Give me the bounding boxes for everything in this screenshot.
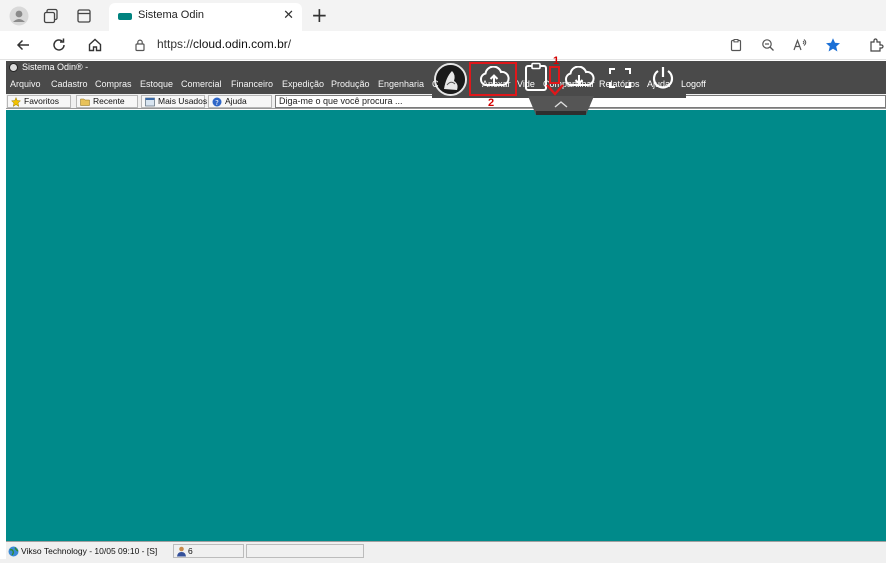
url-path: /: [287, 37, 292, 51]
tab-actions-icon[interactable]: [72, 5, 96, 27]
address-bar: https://cloud.odin.com.br/: [0, 31, 886, 60]
logoff-label[interactable]: Logoff: [681, 79, 706, 89]
extensions-icon[interactable]: [864, 34, 886, 56]
workspace-area: [6, 110, 886, 541]
app-title: Sistema Odin® -: [22, 62, 89, 72]
callout-number-2: 2: [488, 97, 495, 109]
status-company-text: Vikso Technology - 10/05 09:10 - [S]: [21, 546, 158, 556]
refresh-icon[interactable]: [47, 34, 71, 56]
mais-usados-button[interactable]: Mais Usados: [141, 95, 208, 108]
star-icon: [11, 97, 21, 107]
favoritos-button[interactable]: Favoritos: [7, 95, 71, 108]
menu-financeiro[interactable]: Financeiro: [231, 79, 273, 89]
browser-tab-strip: Sistema Odin ✕ +: [0, 0, 886, 31]
favorite-star-icon[interactable]: [821, 34, 845, 56]
floating-toolbar-tab[interactable]: [528, 96, 594, 115]
odin-favicon-icon: [118, 13, 132, 20]
url-field[interactable]: https://cloud.odin.com.br/: [157, 37, 291, 51]
collections-icon[interactable]: [39, 5, 63, 27]
ajuda-label: Ajuda: [225, 96, 247, 106]
status-company-cell: Vikso Technology - 10/05 09:10 - [S]: [6, 544, 170, 558]
new-tab-button[interactable]: +: [311, 4, 328, 26]
menu-estoque[interactable]: Estoque: [140, 79, 173, 89]
menu-arquivo[interactable]: Arquivo: [10, 79, 41, 89]
odin-logo-icon: [9, 63, 18, 72]
zoom-out-icon[interactable]: [756, 34, 780, 56]
recente-label: Recente: [93, 96, 125, 106]
mais-usados-label: Mais Usados: [158, 96, 208, 106]
svg-text:?: ?: [215, 99, 219, 107]
back-arrow-icon[interactable]: [11, 34, 35, 56]
tab-title: Sistema Odin: [138, 9, 205, 21]
lock-icon[interactable]: [128, 34, 152, 56]
ajuda-button[interactable]: ? Ajuda: [208, 95, 272, 108]
menu-expedicao[interactable]: Expedição: [282, 79, 324, 89]
menu-comercial[interactable]: Comercial: [181, 79, 222, 89]
url-host: cloud.odin.com.br: [193, 37, 288, 51]
window-icon: [145, 97, 155, 107]
profile-icon[interactable]: [7, 5, 31, 27]
vide-label[interactable]: Vide: [517, 79, 535, 89]
menu-producao[interactable]: Produção: [331, 79, 370, 89]
status-users-count: 6: [188, 546, 193, 556]
menu-cadastro[interactable]: Cadastro: [51, 79, 88, 89]
reading-view-icon[interactable]: [724, 34, 748, 56]
partial-label: C: [432, 79, 439, 89]
user-icon: [177, 546, 186, 557]
tab-sistema-odin[interactable]: Sistema Odin ✕: [109, 3, 302, 31]
folder-icon: [80, 98, 90, 106]
bottom-edge: [0, 559, 886, 563]
close-tab-icon[interactable]: ✕: [283, 8, 294, 23]
recente-button[interactable]: Recente: [76, 95, 138, 108]
status-users-cell: 6: [173, 544, 244, 558]
status-empty-cell: [246, 544, 364, 558]
ajuda-float-label[interactable]: Ajuda: [647, 79, 670, 89]
favoritos-label: Favoritos: [24, 96, 59, 106]
menu-compras[interactable]: Compras: [95, 79, 132, 89]
callout-number-1: 1: [553, 55, 560, 67]
help-icon: ?: [212, 97, 222, 107]
menu-engenharia[interactable]: Engenharia: [378, 79, 424, 89]
relatorios-label[interactable]: Relatórios: [599, 79, 640, 89]
home-icon[interactable]: [83, 34, 107, 56]
url-scheme: https://: [157, 37, 194, 51]
callout-arrow-icon: [546, 84, 564, 96]
read-aloud-icon[interactable]: [788, 34, 812, 56]
globe-icon: [8, 546, 19, 557]
status-bar: Vikso Technology - 10/05 09:10 - [S] 6: [6, 541, 886, 559]
callout-box-anexar: [469, 62, 517, 96]
